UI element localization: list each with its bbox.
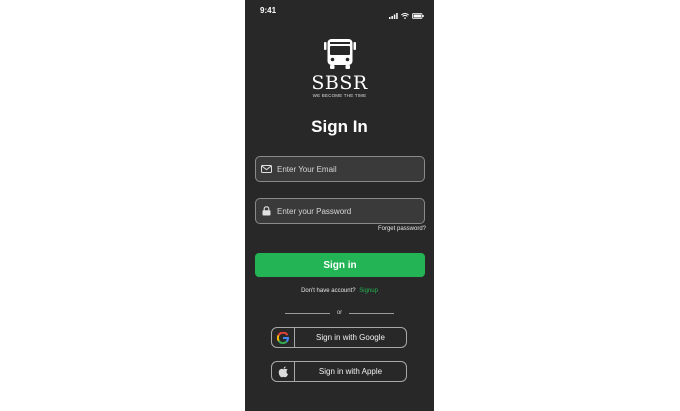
bus-icon (323, 39, 356, 69)
signup-prompt: Don't have account? Signup (245, 288, 434, 294)
lock-icon (261, 206, 272, 217)
google-sign-in-button[interactable]: Sign in with Google (271, 327, 407, 348)
google-icon (272, 328, 295, 347)
app-logo: SBSR WE BECOME THE TIME (245, 38, 434, 98)
status-time: 9:41 (260, 6, 277, 15)
email-field[interactable]: Enter Your Email (255, 156, 425, 182)
password-field[interactable]: Enter your Password (255, 198, 425, 224)
divider-line-left (285, 312, 330, 314)
page-title: Sign In (311, 117, 368, 136)
signup-link[interactable]: Signup (359, 288, 378, 294)
divider-text: or (336, 310, 343, 316)
status-bar: 9:41 (245, 0, 434, 22)
password-placeholder: Enter your Password (277, 206, 352, 216)
forgot-password-link[interactable]: Forget password? (378, 226, 426, 232)
apple-sign-in-button[interactable]: Sign in with Apple (271, 361, 407, 382)
or-divider: or (285, 308, 394, 318)
mail-icon (261, 164, 272, 175)
google-sign-in-label: Sign in with Google (316, 333, 385, 342)
wifi-icon (400, 6, 410, 24)
sign-in-button[interactable]: Sign in (255, 253, 425, 277)
apple-sign-in-label: Sign in with Apple (318, 367, 383, 376)
brand-name: SBSR (311, 72, 368, 94)
divider-line-right (349, 312, 394, 314)
brand-tagline: WE BECOME THE TIME (312, 93, 367, 98)
signup-prompt-text: Don't have account? (301, 288, 356, 294)
battery-icon (412, 6, 424, 24)
signal-icon (389, 6, 398, 24)
phone-screen: 9:41 SBSR WE BECOME THE TIME Sign In Ent… (245, 0, 434, 411)
status-icons (389, 6, 424, 24)
apple-icon (272, 362, 295, 381)
email-placeholder: Enter Your Email (277, 164, 337, 174)
